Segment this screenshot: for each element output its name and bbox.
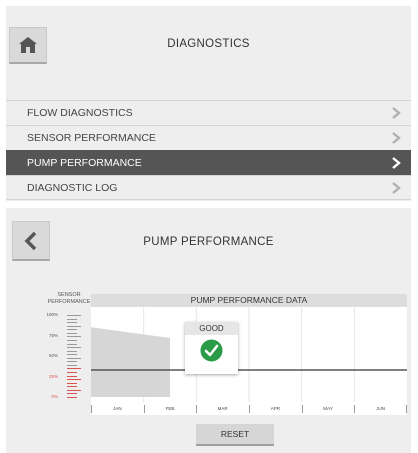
gauge-tick	[67, 364, 77, 366]
gauge-tick	[67, 318, 77, 320]
x-tick-label: MAY	[323, 406, 333, 411]
x-tick-separator	[143, 405, 145, 413]
gauge-tick	[67, 361, 77, 363]
chart-plot	[91, 307, 407, 402]
gauge-tick	[67, 315, 81, 316]
y-tick-label: 25%	[48, 373, 58, 379]
chart-x-axis: JAN FEB MAR APR MAY JUN	[91, 402, 407, 415]
performance-area	[91, 327, 170, 397]
gauge-tick	[67, 397, 77, 398]
pump-chart-area: SENSOR PERFORMANCE 100% 75% 50% 25% 0% PUMP …	[6, 284, 411, 453]
gauge-tick	[67, 347, 81, 349]
x-tick-separator	[196, 405, 198, 413]
gauge-tick	[67, 357, 81, 359]
pump-performance-panel: PUMP PERFORMANCE SENSOR PERFORMANCE 100%…	[6, 208, 411, 453]
check-icon	[200, 339, 223, 362]
gauge-tick	[67, 354, 77, 356]
gauge-tick	[67, 382, 77, 384]
reset-button[interactable]: RESET	[196, 424, 274, 446]
y-tick-label: 0%	[51, 394, 58, 399]
x-tick-separator	[354, 405, 356, 413]
gauge-tick	[67, 332, 77, 334]
gauge-title: SENSOR PERFORMANCE	[47, 292, 91, 305]
gauge-tick	[67, 379, 81, 381]
chart-svg	[91, 307, 407, 402]
chart-title: PUMP PERFORMANCE DATA	[91, 294, 407, 307]
chevron-right-icon	[392, 132, 401, 144]
page-title: PUMP PERFORMANCE	[143, 236, 274, 248]
y-tick-label: 75%	[48, 332, 58, 338]
y-tick-label: 50%	[48, 353, 58, 358]
gauge-tick	[67, 343, 77, 345]
gauge-tick	[67, 375, 77, 377]
gauge-tick	[67, 368, 81, 370]
x-tick-label: MAR	[217, 406, 228, 411]
menu-item-label: DIAGNOSTIC LOG	[27, 181, 118, 194]
gauge-tick	[67, 322, 77, 324]
page-title: DIAGNOSTICS	[167, 38, 250, 50]
gauge-tick	[67, 372, 77, 374]
status-card: GOOD	[185, 322, 238, 374]
menu-item-sensor-performance[interactable]: SENSOR PERFORMANCE	[6, 125, 411, 150]
menu-item-label: PUMP PERFORMANCE	[27, 157, 142, 169]
pump-header: PUMP PERFORMANCE	[6, 208, 411, 270]
chevron-right-icon	[392, 107, 401, 119]
diagnostics-header: DIAGNOSTICS	[6, 6, 411, 72]
x-tick-separator	[406, 405, 407, 413]
menu-item-pump-performance[interactable]: PUMP PERFORMANCE	[6, 150, 411, 175]
diagnostics-panel: DIAGNOSTICS FLOW DIAGNOSTICS SENSOR PERF…	[6, 6, 411, 201]
gauge-tick	[67, 339, 77, 341]
gauge-tick	[67, 393, 77, 395]
x-tick-label: FEB	[165, 406, 175, 411]
gauge-tick	[67, 325, 81, 327]
y-tick-label: 100%	[46, 312, 58, 317]
menu-item-diagnostic-log[interactable]: DIAGNOSTIC LOG	[6, 175, 411, 200]
menu-item-label: SENSOR PERFORMANCE	[27, 132, 156, 144]
gauge-tick	[67, 386, 77, 388]
x-tick-separator	[91, 405, 92, 413]
x-tick-separator	[301, 405, 303, 413]
menu-item-flow-diagnostics[interactable]: FLOW DIAGNOSTICS	[6, 100, 411, 125]
x-tick-label: APR	[270, 406, 280, 411]
x-tick-label: JUN	[376, 406, 386, 411]
diagnostics-menu: FLOW DIAGNOSTICS SENSOR PERFORMANCE PUMP…	[6, 100, 411, 200]
x-tick-separator	[249, 405, 250, 413]
gauge-tick	[67, 329, 77, 331]
chevron-right-icon	[392, 182, 401, 194]
status-label: GOOD	[185, 322, 238, 335]
x-tick-label: JAN	[113, 406, 122, 411]
chevron-right-icon	[392, 157, 401, 169]
gauge-tick	[67, 389, 81, 391]
gauge-tick	[67, 336, 81, 338]
menu-item-label: FLOW DIAGNOSTICS	[27, 107, 133, 119]
gauge-tick	[67, 350, 77, 352]
